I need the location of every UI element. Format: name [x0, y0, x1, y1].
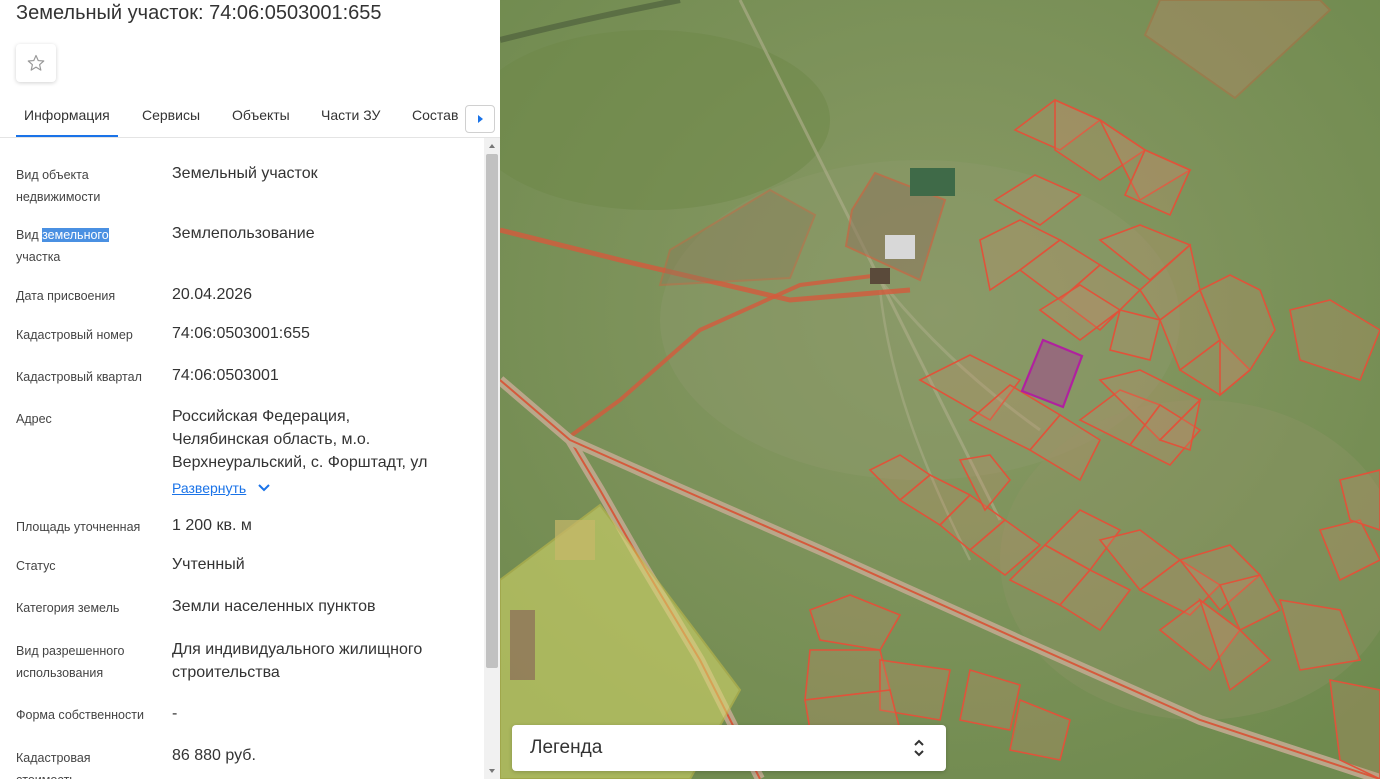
category-label: Категория земель — [16, 601, 120, 615]
area-label: Площадь уточненная — [16, 520, 141, 534]
legend-label: Легенда — [530, 737, 603, 758]
object-type-value: Земельный участок — [172, 165, 318, 182]
date-value: 20.04.2026 — [172, 286, 253, 303]
plot-type-value: Землепользование — [172, 225, 315, 242]
status-value: Учтенный — [172, 556, 245, 573]
tab-information[interactable]: Информация — [24, 107, 110, 123]
satellite-map-canvas — [500, 0, 1380, 779]
star-icon — [27, 54, 45, 71]
tab-bar: Информация Сервисы Объекты Части ЗУ Сост… — [0, 95, 500, 138]
area-value: 1 200 кв. м — [172, 517, 252, 534]
favorite-button[interactable] — [16, 44, 56, 82]
chevron-down-icon[interactable] — [258, 484, 270, 492]
scroll-up-arrow-icon[interactable] — [484, 138, 500, 154]
caret-right-icon — [478, 115, 483, 123]
info-panel: Земельный участок: 74:06:0503001:655 Инф… — [0, 0, 500, 779]
cost-value: 86 880 руб. — [172, 747, 256, 764]
date-label: Дата присвоения — [16, 289, 116, 303]
ownership-value: - — [172, 705, 178, 722]
tab-parts[interactable]: Части ЗУ — [321, 107, 380, 123]
tabs-scroll-right-button[interactable] — [465, 105, 495, 133]
cost-label: Кадастровая стоимость — [16, 751, 91, 779]
permitted-use-value: Для индивидуального жилищного строительс… — [172, 641, 423, 681]
scroll-down-arrow-icon[interactable] — [484, 763, 500, 779]
page-title: Земельный участок: 74:06:0503001:655 — [16, 2, 382, 24]
cadnum-value: 74:06:0503001:655 — [172, 325, 310, 342]
object-type-label: Вид объекта недвижимости — [16, 168, 101, 204]
tab-objects[interactable]: Объекты — [232, 107, 290, 123]
legend-panel[interactable]: Легенда — [512, 725, 946, 771]
ownership-label: Форма собственности — [16, 708, 144, 722]
expand-collapse-icon[interactable] — [912, 737, 926, 759]
selected-text: земельного — [42, 228, 109, 242]
address-label: Адрес — [16, 412, 52, 426]
panel-scrollbar[interactable] — [484, 138, 500, 779]
scrollbar-thumb[interactable] — [486, 154, 498, 668]
cadastral-map[interactable] — [500, 0, 1380, 779]
plot-type-label: Вид земельного участка — [16, 228, 109, 264]
tab-services[interactable]: Сервисы — [142, 107, 200, 123]
status-label: Статус — [16, 559, 56, 573]
quarter-value: 74:06:0503001 — [172, 367, 279, 384]
category-value: Земли населенных пунктов — [172, 598, 376, 615]
quarter-label: Кадастровый квартал — [16, 370, 142, 384]
info-rows: Вид объекта недвижимости Земельный участ… — [0, 138, 484, 779]
cadnum-label: Кадастровый номер — [16, 328, 133, 342]
tab-composition[interactable]: Состав — [412, 107, 458, 123]
active-tab-indicator — [16, 135, 118, 137]
address-value: Российская Федерация, Челябинская област… — [172, 408, 428, 471]
expand-address-link[interactable]: Развернуть — [172, 480, 246, 496]
permitted-use-label: Вид разрешенного использования — [16, 644, 125, 680]
